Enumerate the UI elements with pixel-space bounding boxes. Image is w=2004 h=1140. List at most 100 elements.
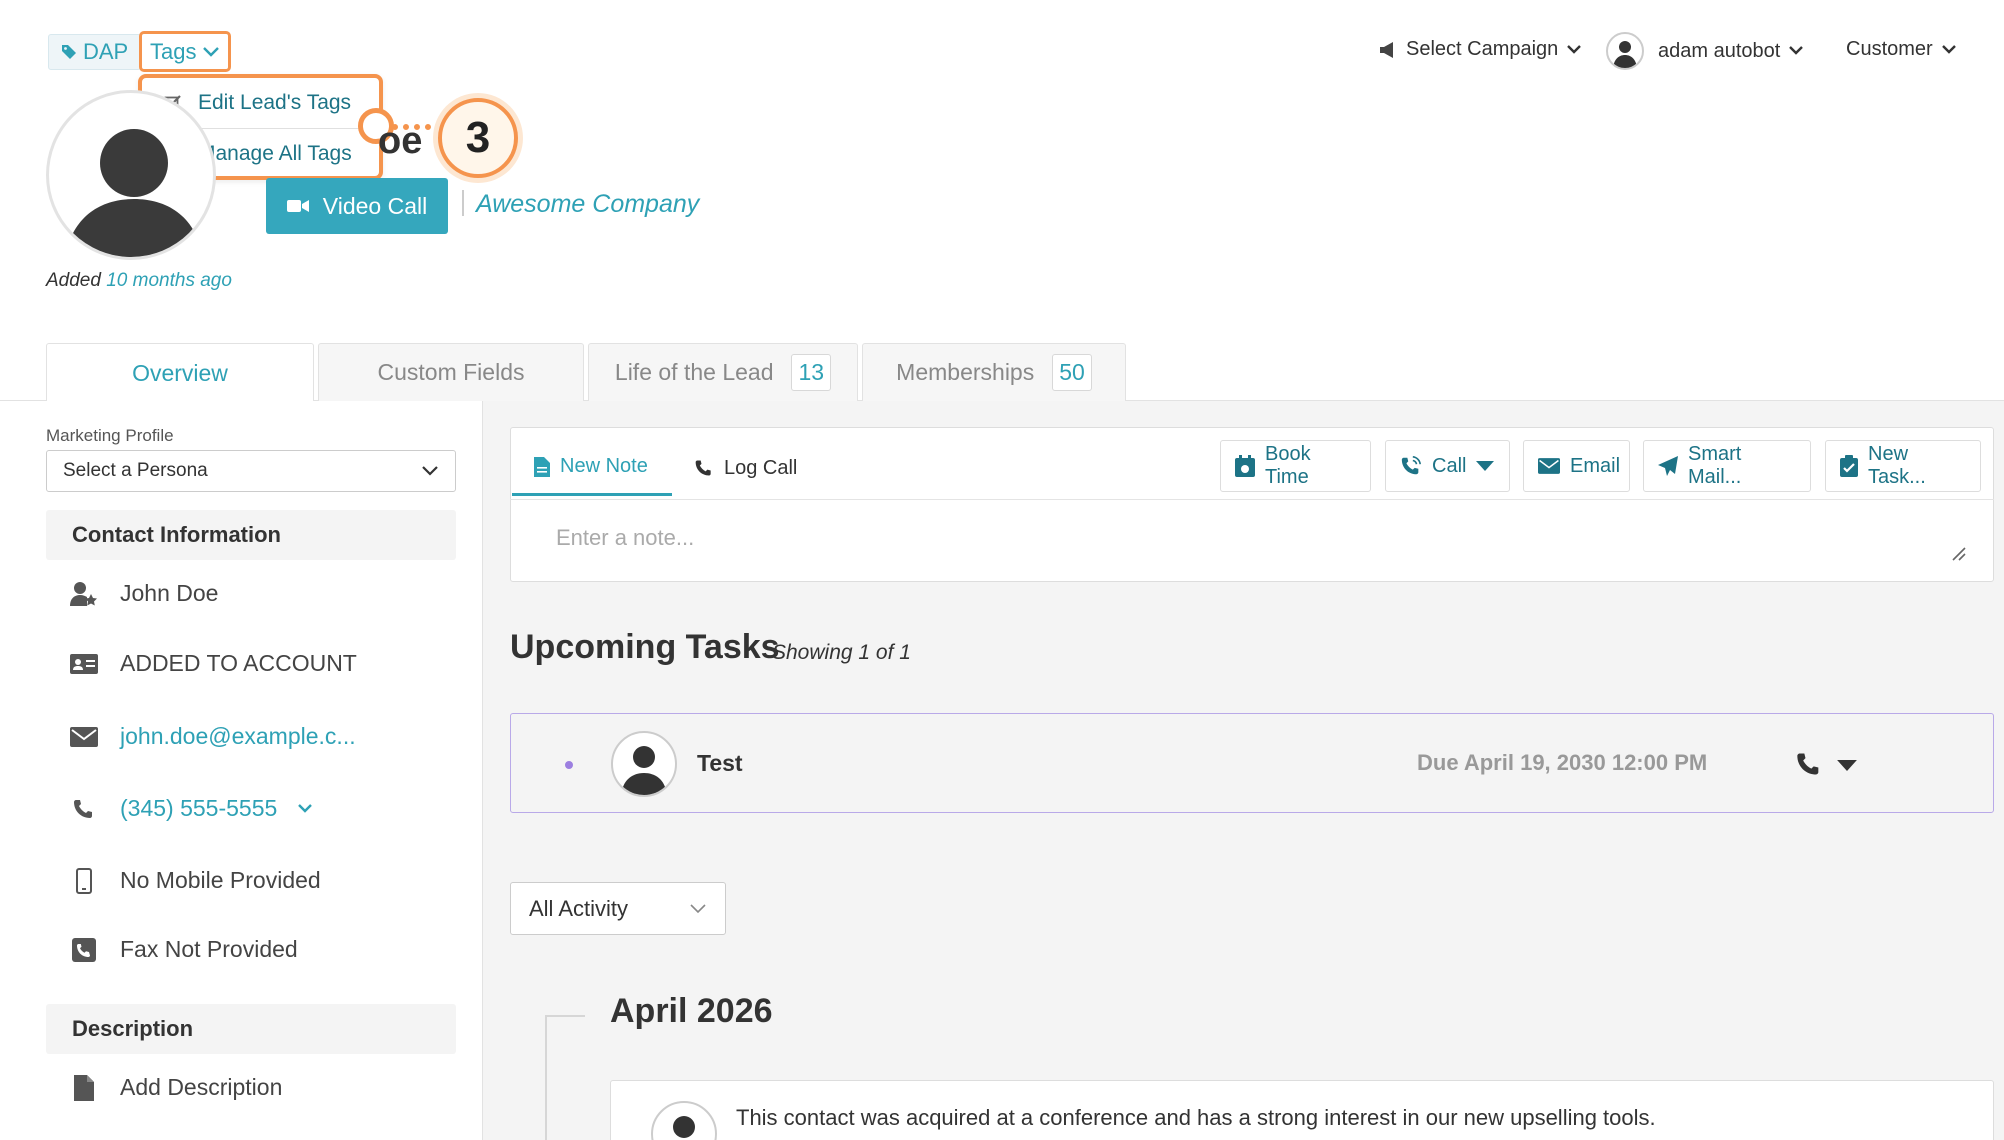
file-icon [68,1074,100,1101]
persona-value: Select a Persona [63,460,208,481]
user-menu[interactable]: adam autobot [1606,32,1804,70]
phone-number: (345) 555-5555 [120,795,278,821]
phone-icon [694,458,714,478]
description-heading: Description [46,1004,456,1054]
tag-icon [61,44,77,60]
tags-dropdown[interactable]: Tags [139,31,232,72]
calendar-icon [1235,455,1255,477]
select-campaign-dropdown[interactable]: Select Campaign [1378,38,1582,61]
activity-avatar [651,1101,717,1140]
role-label: Customer [1846,38,1933,60]
call-label: Call [1432,454,1467,477]
log-call-label: Log Call [724,456,798,479]
upcoming-tasks-title: Upcoming Tasks [510,628,780,666]
menu-item-label: Edit Lead's Tags [198,91,352,114]
paper-plane-icon [1658,456,1678,476]
chevron-down-icon [1941,44,1957,56]
chevron-down-icon [297,803,313,815]
email-link[interactable]: john.doe@example.c... [120,723,356,750]
new-task-button[interactable]: New Task... [1825,440,1981,492]
activity-entry-text: This contact was acquired at a conferenc… [736,1105,1656,1130]
chevron-down-icon [1566,44,1582,56]
task-row[interactable]: Test Due April 19, 2030 12:00 PM [510,713,1994,813]
new-task-label: New Task... [1868,443,1926,488]
phone-icon [68,797,100,821]
tab-life-of-the-lead[interactable]: Life of the Lead 13 [588,343,858,401]
tab-log-call[interactable]: Log Call [694,440,797,496]
email-label: Email [1570,454,1621,477]
added-date: Added 10 months ago [46,270,232,292]
note-tabs-divider [510,499,1994,500]
video-call-label: Video Call [322,192,428,219]
fax-text: Fax Not Provided [120,936,298,962]
company-divider [462,190,464,216]
tab-custom-fields[interactable]: Custom Fields [318,343,584,401]
user-name: adam autobot [1658,39,1781,62]
mobile-text: No Mobile Provided [120,867,321,893]
contact-name: John Doe [120,580,219,606]
book-time-button[interactable]: Book Time [1220,440,1371,492]
chevron-down-icon [202,46,220,58]
fax-phone-square-icon [68,937,100,962]
menu-item-label: Manage All Tags [198,142,352,165]
video-call-button[interactable]: Video Call [266,178,448,234]
fax-row: Fax Not Provided [68,936,298,963]
tag-chip-label: DAP [83,39,129,64]
company-link[interactable]: Awesome Company [476,190,699,219]
tab-new-note[interactable]: New Note [512,440,672,496]
clipboard-check-icon [1840,455,1858,477]
contact-information-heading: Contact Information [46,510,456,560]
timeline-line [545,1015,547,1140]
call-button[interactable]: Call [1385,440,1510,492]
tab-label: Memberships [896,359,1035,385]
file-text-icon [534,456,550,477]
envelope-icon [68,726,100,747]
step-badge: 3 [438,98,518,178]
lead-avatar[interactable] [46,90,216,260]
phone-row[interactable]: (345) 555-5555 [68,795,313,822]
phone-icon[interactable] [1795,750,1823,778]
task-avatar [611,731,677,797]
added-prefix: Added [46,270,101,291]
lead-name: oe [378,120,423,162]
activity-filter-value: All Activity [529,895,629,921]
mobile-phone-icon [68,867,100,894]
resize-handle-icon[interactable] [1950,545,1966,561]
email-button[interactable]: Email [1523,440,1630,492]
marketing-profile-label: Marketing Profile [46,426,174,445]
email-row: john.doe@example.c... [68,723,356,750]
chevron-down-icon [1788,45,1804,57]
tab-count-badge: 13 [791,354,832,391]
tab-memberships[interactable]: Memberships 50 [862,343,1126,401]
add-description-label: Add Description [120,1074,283,1100]
tags-dropdown-label: Tags [150,38,197,64]
mobile-row: No Mobile Provided [68,867,321,894]
account-status: ADDED TO ACCOUNT [120,650,357,676]
added-when: 10 months ago [106,270,232,291]
persona-select[interactable]: Select a Persona [46,450,456,492]
tag-chip-dap[interactable]: DAP [48,34,142,70]
task-due-date: Due April 19, 2030 12:00 PM [1417,750,1708,775]
tab-label: Overview [132,360,228,386]
timeline-tick [545,1015,585,1017]
tab-label: Custom Fields [377,359,525,385]
tasks-count: Showing 1 of 1 [772,641,911,664]
chevron-down-icon [421,465,439,477]
caret-down-icon[interactable] [1837,760,1857,771]
megaphone-icon [1378,41,1398,59]
caret-down-icon [1476,461,1495,471]
activity-filter-select[interactable]: All Activity [510,882,726,935]
select-campaign-label: Select Campaign [1406,38,1559,60]
smart-mail-label: Smart Mail... [1688,443,1742,488]
book-time-label: Book Time [1265,443,1311,488]
note-input[interactable]: Enter a note... [556,525,694,551]
role-dropdown[interactable]: Customer [1846,38,1957,61]
id-card-icon [68,653,100,674]
envelope-icon [1538,458,1560,474]
timeline-month: April 2026 [610,992,773,1030]
contact-name-row: John Doe [68,580,218,607]
tab-label: Life of the Lead [614,359,774,385]
tab-overview[interactable]: Overview [46,343,314,403]
smart-mail-button[interactable]: Smart Mail... [1643,440,1811,492]
add-description-row[interactable]: Add Description [68,1074,282,1101]
